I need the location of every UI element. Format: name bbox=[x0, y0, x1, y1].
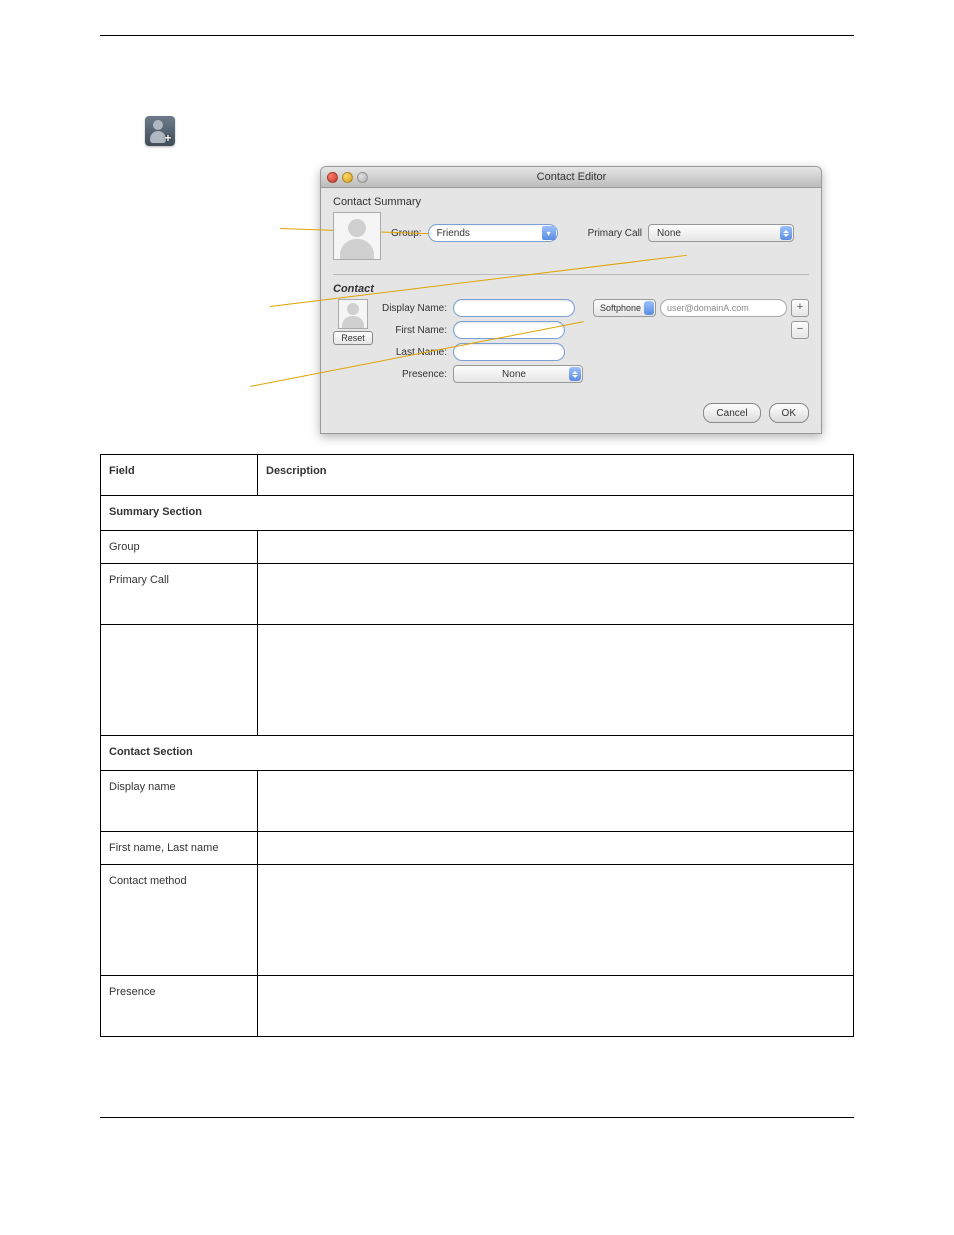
presence-label: Presence: bbox=[379, 369, 447, 380]
table-cell: Primary Call bbox=[101, 564, 258, 625]
presence-value: None bbox=[462, 369, 566, 380]
reset-button[interactable]: Reset bbox=[333, 331, 373, 345]
table-section-summary: Summary Section bbox=[101, 496, 854, 531]
contact-method-type: Softphone bbox=[600, 303, 641, 313]
table-cell bbox=[258, 865, 854, 976]
display-name-input[interactable] bbox=[453, 299, 575, 317]
ok-button[interactable]: OK bbox=[769, 403, 809, 423]
divider bbox=[333, 274, 809, 275]
contact-avatar-small[interactable] bbox=[338, 299, 368, 329]
table-cell bbox=[258, 771, 854, 832]
table-cell: First name, Last name bbox=[101, 832, 258, 865]
first-name-label: First Name: bbox=[379, 325, 447, 336]
remove-method-button[interactable]: − bbox=[791, 321, 809, 339]
table-cell bbox=[101, 625, 258, 736]
last-name-label: Last Name: bbox=[379, 347, 447, 358]
table-cell bbox=[258, 531, 854, 564]
dialog-title: Contact Editor bbox=[368, 171, 775, 183]
group-value: Friends bbox=[437, 228, 470, 239]
top-rule bbox=[100, 35, 854, 36]
presence-select[interactable]: None bbox=[453, 365, 583, 383]
bottom-rule bbox=[100, 1117, 854, 1118]
contact-method-type-select[interactable]: Softphone bbox=[593, 299, 656, 317]
add-contact-icon: + bbox=[145, 116, 175, 146]
table-cell bbox=[258, 832, 854, 865]
cancel-button[interactable]: Cancel bbox=[703, 403, 760, 423]
display-name-label: Display Name: bbox=[379, 303, 447, 314]
minimize-icon[interactable] bbox=[342, 172, 353, 183]
table-section-contact: Contact Section bbox=[101, 736, 854, 771]
primary-call-select[interactable]: None bbox=[648, 224, 794, 242]
table-cell: Display name bbox=[101, 771, 258, 832]
table-cell bbox=[258, 976, 854, 1037]
table-cell bbox=[258, 564, 854, 625]
last-name-input[interactable] bbox=[453, 343, 565, 361]
contact-method-placeholder: user@domainA.com bbox=[667, 303, 749, 313]
table-cell: Group bbox=[101, 531, 258, 564]
field-description-table: Field Description Summary Section Group … bbox=[100, 454, 854, 1037]
group-combo[interactable]: Friends ▾ bbox=[428, 224, 558, 242]
close-icon[interactable] bbox=[327, 172, 338, 183]
table-cell: Contact method bbox=[101, 865, 258, 976]
titlebar: Contact Editor bbox=[321, 167, 821, 188]
chevron-down-icon: ▾ bbox=[542, 226, 556, 240]
contact-method-input[interactable]: user@domainA.com bbox=[660, 299, 787, 317]
add-method-button[interactable]: + bbox=[791, 299, 809, 317]
stepper-icon bbox=[780, 226, 792, 240]
stepper-icon bbox=[644, 301, 654, 315]
table-cell bbox=[258, 625, 854, 736]
table-cell: Presence bbox=[101, 976, 258, 1037]
contact-avatar[interactable] bbox=[333, 212, 381, 260]
contact-summary-label: Contact Summary bbox=[333, 196, 809, 208]
contact-editor-dialog: Contact Editor Contact Summary Group: Fr… bbox=[320, 166, 822, 434]
table-header-field: Field bbox=[101, 455, 258, 496]
primary-call-value: None bbox=[657, 228, 681, 239]
stepper-icon bbox=[569, 367, 581, 381]
zoom-icon[interactable] bbox=[357, 172, 368, 183]
table-header-desc: Description bbox=[258, 455, 854, 496]
primary-call-label: Primary Call bbox=[588, 228, 642, 239]
